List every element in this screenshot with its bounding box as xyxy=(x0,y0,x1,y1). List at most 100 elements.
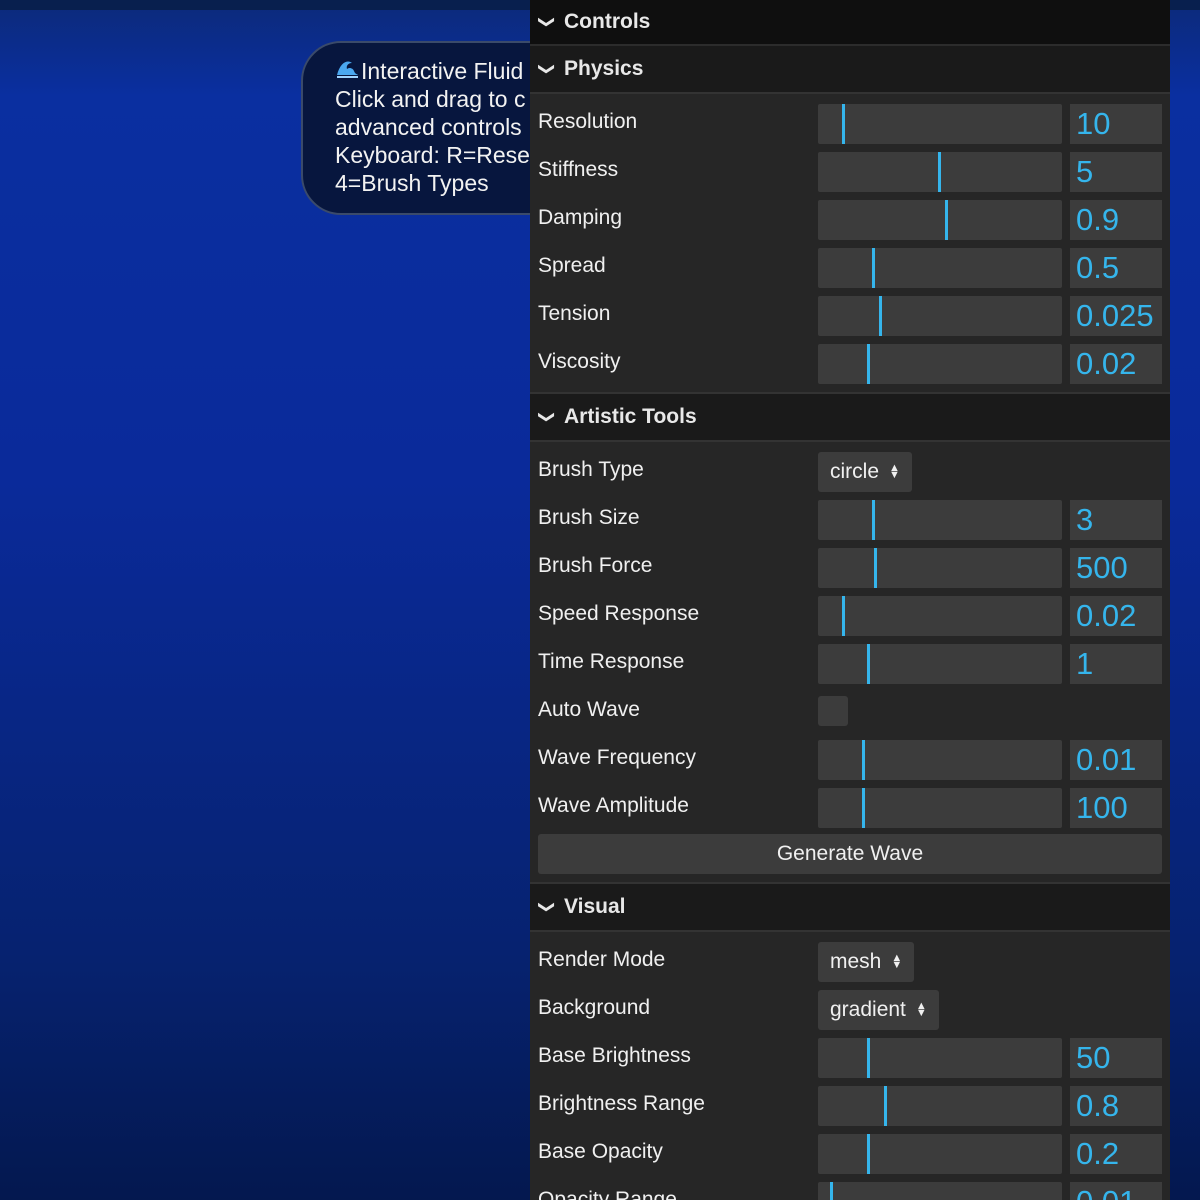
damping-row: Damping 0.9 xyxy=(530,194,1170,242)
render-mode-row: Render Mode mesh ▲ ▼ xyxy=(530,936,1170,984)
wave-amplitude-value-input[interactable]: 100 xyxy=(1070,788,1162,828)
background-select[interactable]: gradient ▲ ▼ xyxy=(818,990,939,1030)
damping-slider-handle[interactable] xyxy=(944,200,948,240)
folder-physics-title: Physics xyxy=(564,57,644,80)
viscosity-value-input[interactable]: 0.02 xyxy=(1070,344,1162,384)
brightness-range-slider-handle[interactable] xyxy=(883,1086,887,1126)
info-line-1: Interactive Fluid xyxy=(361,58,524,84)
viscosity-label: Viscosity xyxy=(538,350,621,373)
wave-frequency-label: Wave Frequency xyxy=(538,746,696,769)
auto-wave-checkbox[interactable] xyxy=(818,696,848,726)
resolution-slider-handle[interactable] xyxy=(842,104,846,144)
folder-visual-title: Visual xyxy=(564,895,626,918)
brush-size-row: Brush Size 3 xyxy=(530,494,1170,542)
auto-wave-label: Auto Wave xyxy=(538,698,640,721)
brush-type-row: Brush Type circle ▲ ▼ xyxy=(530,446,1170,494)
folder-artistic-header[interactable]: ❯ Artistic Tools xyxy=(530,394,1170,442)
base-opacity-slider-handle[interactable] xyxy=(866,1134,870,1174)
brightness-range-row: Brightness Range 0.8 xyxy=(530,1080,1170,1128)
stiffness-slider[interactable] xyxy=(818,152,1062,192)
viscosity-row: Viscosity 0.02 xyxy=(530,338,1170,386)
brush-size-label: Brush Size xyxy=(538,506,640,529)
chevron-down-icon: ❯ xyxy=(538,15,555,29)
base-opacity-value-input[interactable]: 0.2 xyxy=(1070,1134,1162,1174)
brush-force-value-input[interactable]: 500 xyxy=(1070,548,1162,588)
speed-response-slider-handle[interactable] xyxy=(842,596,846,636)
brush-type-select[interactable]: circle ▲ ▼ xyxy=(818,452,912,492)
brush-size-slider-handle[interactable] xyxy=(871,500,875,540)
wave-icon xyxy=(335,57,361,85)
auto-wave-row: Auto Wave xyxy=(530,686,1170,734)
damping-slider[interactable] xyxy=(818,200,1062,240)
tension-label: Tension xyxy=(538,302,611,325)
chevron-down-icon: ❯ xyxy=(538,900,555,914)
wave-amplitude-slider[interactable] xyxy=(818,788,1062,828)
brush-force-slider[interactable] xyxy=(818,548,1062,588)
brush-force-row: Brush Force 500 xyxy=(530,542,1170,590)
background-value: gradient xyxy=(830,998,906,1021)
render-mode-select[interactable]: mesh ▲ ▼ xyxy=(818,942,915,982)
brush-force-slider-handle[interactable] xyxy=(874,548,878,588)
base-brightness-value-input[interactable]: 50 xyxy=(1070,1038,1162,1078)
base-brightness-label: Base Brightness xyxy=(538,1044,691,1067)
render-mode-label: Render Mode xyxy=(538,948,666,971)
tension-value-input[interactable]: 0.025 xyxy=(1070,296,1162,336)
spread-row: Spread 0.5 xyxy=(530,242,1170,290)
wave-frequency-slider[interactable] xyxy=(818,740,1062,780)
speed-response-slider[interactable] xyxy=(818,596,1062,636)
base-brightness-slider-handle[interactable] xyxy=(866,1038,870,1078)
render-mode-value: mesh xyxy=(830,950,882,973)
tension-slider-handle[interactable] xyxy=(879,296,882,336)
chevron-down-icon: ❯ xyxy=(538,410,555,424)
stiffness-label: Stiffness xyxy=(538,158,619,181)
base-brightness-slider[interactable] xyxy=(818,1038,1062,1078)
time-response-value-input[interactable]: 1 xyxy=(1070,644,1162,684)
viscosity-slider-handle[interactable] xyxy=(866,344,870,384)
viscosity-slider[interactable] xyxy=(818,344,1062,384)
wave-amplitude-label: Wave Amplitude xyxy=(538,794,689,817)
brightness-range-value-input[interactable]: 0.8 xyxy=(1070,1086,1162,1126)
speed-response-value-input[interactable]: 0.02 xyxy=(1070,596,1162,636)
select-arrows-icon: ▲ ▼ xyxy=(891,952,903,971)
opacity-range-slider[interactable] xyxy=(818,1182,1062,1200)
background-row: Background gradient ▲ ▼ xyxy=(530,984,1170,1032)
spread-label: Spread xyxy=(538,254,606,277)
brush-type-value: circle xyxy=(830,460,880,483)
resolution-slider[interactable] xyxy=(818,104,1062,144)
opacity-range-value-input[interactable]: 0.01 xyxy=(1070,1182,1162,1200)
tension-slider[interactable] xyxy=(818,296,1062,336)
folder-visual-header[interactable]: ❯ Visual xyxy=(530,884,1170,932)
wave-amplitude-slider-handle[interactable] xyxy=(861,788,865,828)
opacity-range-slider-handle[interactable] xyxy=(830,1182,834,1200)
folder-visual-body: Render Mode mesh ▲ ▼ Background gradient … xyxy=(530,932,1170,1200)
resolution-row: Resolution 10 xyxy=(530,98,1170,146)
stiffness-value-input[interactable]: 5 xyxy=(1070,152,1162,192)
wave-frequency-slider-handle[interactable] xyxy=(861,740,865,780)
stiffness-slider-handle[interactable] xyxy=(937,152,941,192)
time-response-slider[interactable] xyxy=(818,644,1062,684)
damping-value-input[interactable]: 0.9 xyxy=(1070,200,1162,240)
folder-physics-body: Resolution 10 Stiffness 5 Damping 0.9 Spread 0.… xyxy=(530,94,1170,394)
damping-label: Damping xyxy=(538,206,623,229)
wave-amplitude-row: Wave Amplitude 100 xyxy=(530,782,1170,830)
brush-size-value-input[interactable]: 3 xyxy=(1070,500,1162,540)
folder-physics-header[interactable]: ❯ Physics xyxy=(530,46,1170,94)
resolution-value-input[interactable]: 10 xyxy=(1070,104,1162,144)
stiffness-row: Stiffness 5 xyxy=(530,146,1170,194)
wave-frequency-row: Wave Frequency 0.01 xyxy=(530,734,1170,782)
spread-slider-handle[interactable] xyxy=(871,248,875,288)
generate-wave-button[interactable]: Generate Wave xyxy=(538,834,1162,874)
controls-header[interactable]: ❯ Controls xyxy=(530,0,1170,46)
base-opacity-slider[interactable] xyxy=(818,1134,1062,1174)
spread-value-input[interactable]: 0.5 xyxy=(1070,248,1162,288)
base-opacity-row: Base Opacity 0.2 xyxy=(530,1128,1170,1176)
brightness-range-slider[interactable] xyxy=(818,1086,1062,1126)
brush-size-slider[interactable] xyxy=(818,500,1062,540)
time-response-slider-handle[interactable] xyxy=(866,644,870,684)
background-label: Background xyxy=(538,996,651,1019)
resolution-label: Resolution xyxy=(538,110,638,133)
wave-frequency-value-input[interactable]: 0.01 xyxy=(1070,740,1162,780)
time-response-row: Time Response 1 xyxy=(530,638,1170,686)
chevron-down-icon: ❯ xyxy=(538,62,555,76)
spread-slider[interactable] xyxy=(818,248,1062,288)
